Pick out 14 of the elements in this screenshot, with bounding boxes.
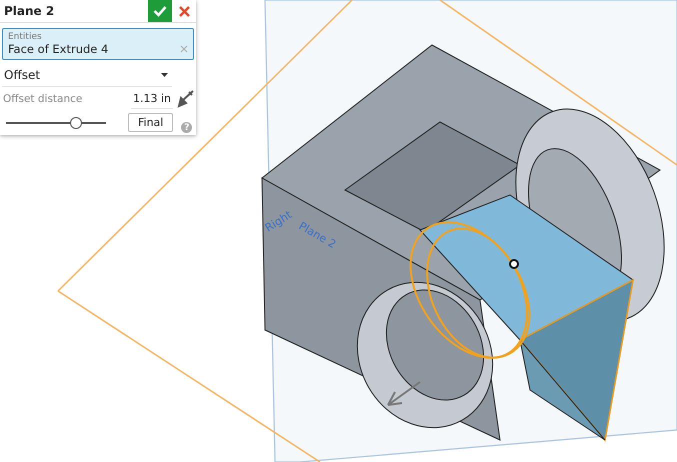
slider-thumb[interactable]: [70, 116, 82, 128]
accept-button[interactable]: [148, 0, 172, 22]
dialog-title: Plane 2: [3, 4, 56, 18]
entities-field[interactable]: Entities Face of Extrude 4: [2, 28, 194, 60]
caret-icon: [161, 73, 168, 77]
field-value: Face of Extrude 4: [8, 42, 108, 56]
offset-distance-field[interactable]: 1.13 in: [130, 89, 173, 109]
flip-direction-icon[interactable]: [176, 90, 194, 108]
check-icon: [153, 5, 167, 17]
field-label: Entities: [8, 32, 43, 42]
type-dropdown[interactable]: Offset: [2, 64, 172, 87]
offset-distance-label: Offset distance: [2, 92, 84, 107]
final-button[interactable]: Final: [128, 113, 174, 132]
close-icon: [178, 6, 190, 16]
